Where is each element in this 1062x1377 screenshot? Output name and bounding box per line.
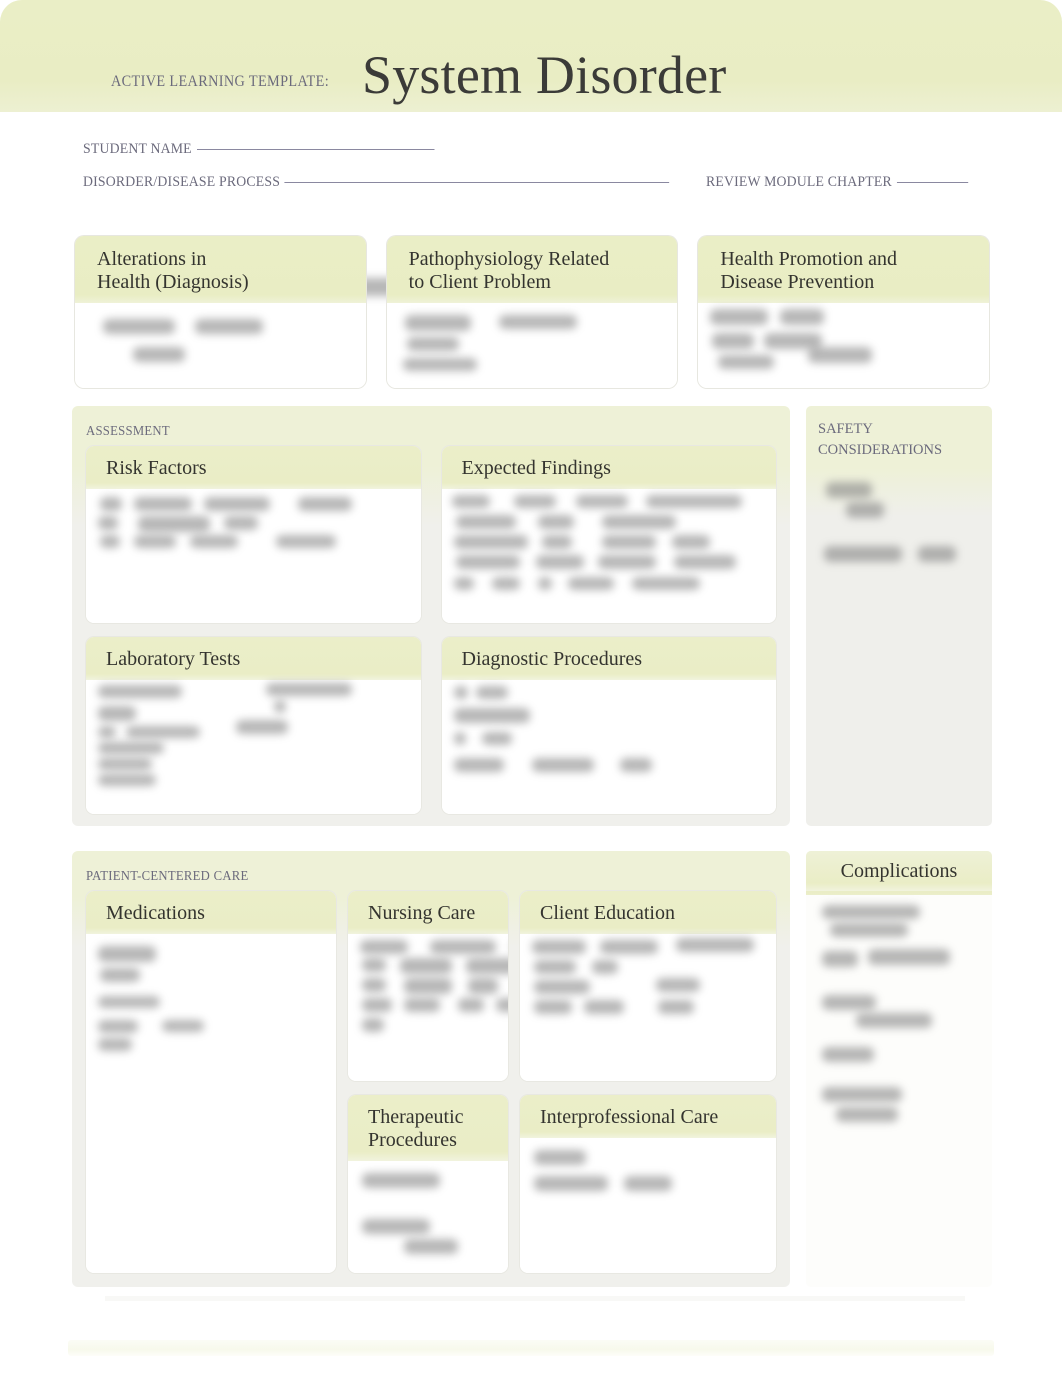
complications-title: Complications — [806, 851, 992, 891]
box-client-education[interactable]: Client Education — [520, 891, 776, 1081]
box-diagnostic-procedures-content[interactable] — [441, 680, 776, 814]
box-medications-title: Medications — [86, 891, 336, 934]
box-pathophysiology[interactable]: Pathophysiology Related to Client Proble… — [386, 236, 678, 388]
box-alterations-in-health-content[interactable] — [75, 303, 366, 388]
student-name-row: STUDENT NAME — [83, 141, 435, 158]
box-nursing-care-content[interactable] — [348, 934, 508, 1081]
box-therapeutic-procedures[interactable]: Therapeutic Procedures — [348, 1095, 508, 1273]
box-nursing-care[interactable]: Nursing Care — [348, 891, 508, 1081]
box-pathophysiology-title: Pathophysiology Related to Client Proble… — [386, 236, 678, 303]
safety-considerations-label: SAFETY CONSIDERATIONS — [818, 421, 943, 459]
box-laboratory-tests-content[interactable] — [86, 680, 421, 814]
box-risk-factors-title: Risk Factors — [86, 446, 421, 489]
box-client-education-content[interactable] — [520, 934, 776, 1081]
box-interprofessional-care[interactable]: Interprofessional Care — [520, 1095, 776, 1273]
box-alterations-in-health[interactable]: Alterations in Health (Diagnosis) — [75, 236, 366, 388]
form-meta: STUDENT NAME DISORDER/DISEASE PROCESS RE… — [0, 112, 1062, 296]
box-interprofessional-care-content[interactable] — [520, 1138, 776, 1273]
complications-content[interactable] — [806, 895, 992, 1287]
box-risk-factors-content[interactable] — [86, 489, 421, 623]
box-pathophysiology-content[interactable] — [386, 303, 678, 388]
box-laboratory-tests[interactable]: Laboratory Tests — [86, 637, 421, 814]
box-expected-findings-title: Expected Findings — [441, 446, 776, 489]
review-chapter-input[interactable] — [896, 182, 968, 183]
assessment-section-label: ASSESSMENT — [86, 423, 170, 438]
header-band: ACTIVE LEARNING TEMPLATE: System Disorde… — [0, 0, 1062, 112]
footer-band — [68, 1340, 994, 1356]
box-laboratory-tests-title: Laboratory Tests — [86, 637, 421, 680]
footer-divider — [105, 1296, 965, 1301]
box-expected-findings-content[interactable] — [441, 489, 776, 623]
disorder-process-label: DISORDER/DISEASE PROCESS — [83, 174, 281, 190]
box-medications-content[interactable] — [86, 934, 336, 1273]
box-therapeutic-procedures-content[interactable] — [348, 1161, 508, 1273]
disorder-process-input[interactable] — [284, 182, 670, 183]
box-medications[interactable]: Medications — [86, 891, 336, 1273]
review-chapter-label: REVIEW MODULE CHAPTER — [706, 174, 892, 190]
assessment-panel: ASSESSMENT Risk Factors Expected Finding… — [72, 406, 790, 826]
box-health-promotion-title: Health Promotion and Disease Prevention — [698, 236, 990, 303]
top-boxes-row: Alterations in Health (Diagnosis) Pathop… — [75, 236, 990, 388]
box-interprofessional-care-title: Interprofessional Care — [520, 1095, 776, 1138]
page-title: System Disorder — [362, 45, 727, 105]
patient-centered-care-section-label: PATIENT-CENTERED CARE — [86, 868, 249, 883]
template-eyebrow-label: ACTIVE LEARNING TEMPLATE: — [110, 73, 330, 90]
student-name-label: STUDENT NAME — [83, 141, 192, 157]
box-therapeutic-procedures-title: Therapeutic Procedures — [348, 1095, 508, 1161]
review-chapter-row: REVIEW MODULE CHAPTER — [706, 174, 968, 191]
box-health-promotion-content[interactable] — [698, 303, 990, 388]
box-diagnostic-procedures[interactable]: Diagnostic Procedures — [441, 637, 776, 814]
patient-centered-care-panel: PATIENT-CENTERED CARE Nursing Care Medic… — [72, 851, 790, 1287]
complications-panel[interactable]: Complications — [806, 851, 992, 1287]
student-name-input[interactable] — [196, 149, 435, 150]
box-client-education-title: Client Education — [520, 891, 776, 934]
box-alterations-in-health-title: Alterations in Health (Diagnosis) — [75, 236, 366, 303]
safety-considerations-panel[interactable]: SAFETY CONSIDERATIONS — [806, 406, 992, 826]
box-expected-findings[interactable]: Expected Findings — [441, 446, 776, 623]
box-risk-factors[interactable]: Risk Factors — [86, 446, 421, 623]
box-diagnostic-procedures-title: Diagnostic Procedures — [441, 637, 776, 680]
box-nursing-care-title: Nursing Care — [348, 891, 508, 934]
safety-considerations-content[interactable] — [806, 470, 992, 826]
box-health-promotion[interactable]: Health Promotion and Disease Prevention — [698, 236, 990, 388]
disorder-process-row: DISORDER/DISEASE PROCESS — [83, 174, 670, 191]
